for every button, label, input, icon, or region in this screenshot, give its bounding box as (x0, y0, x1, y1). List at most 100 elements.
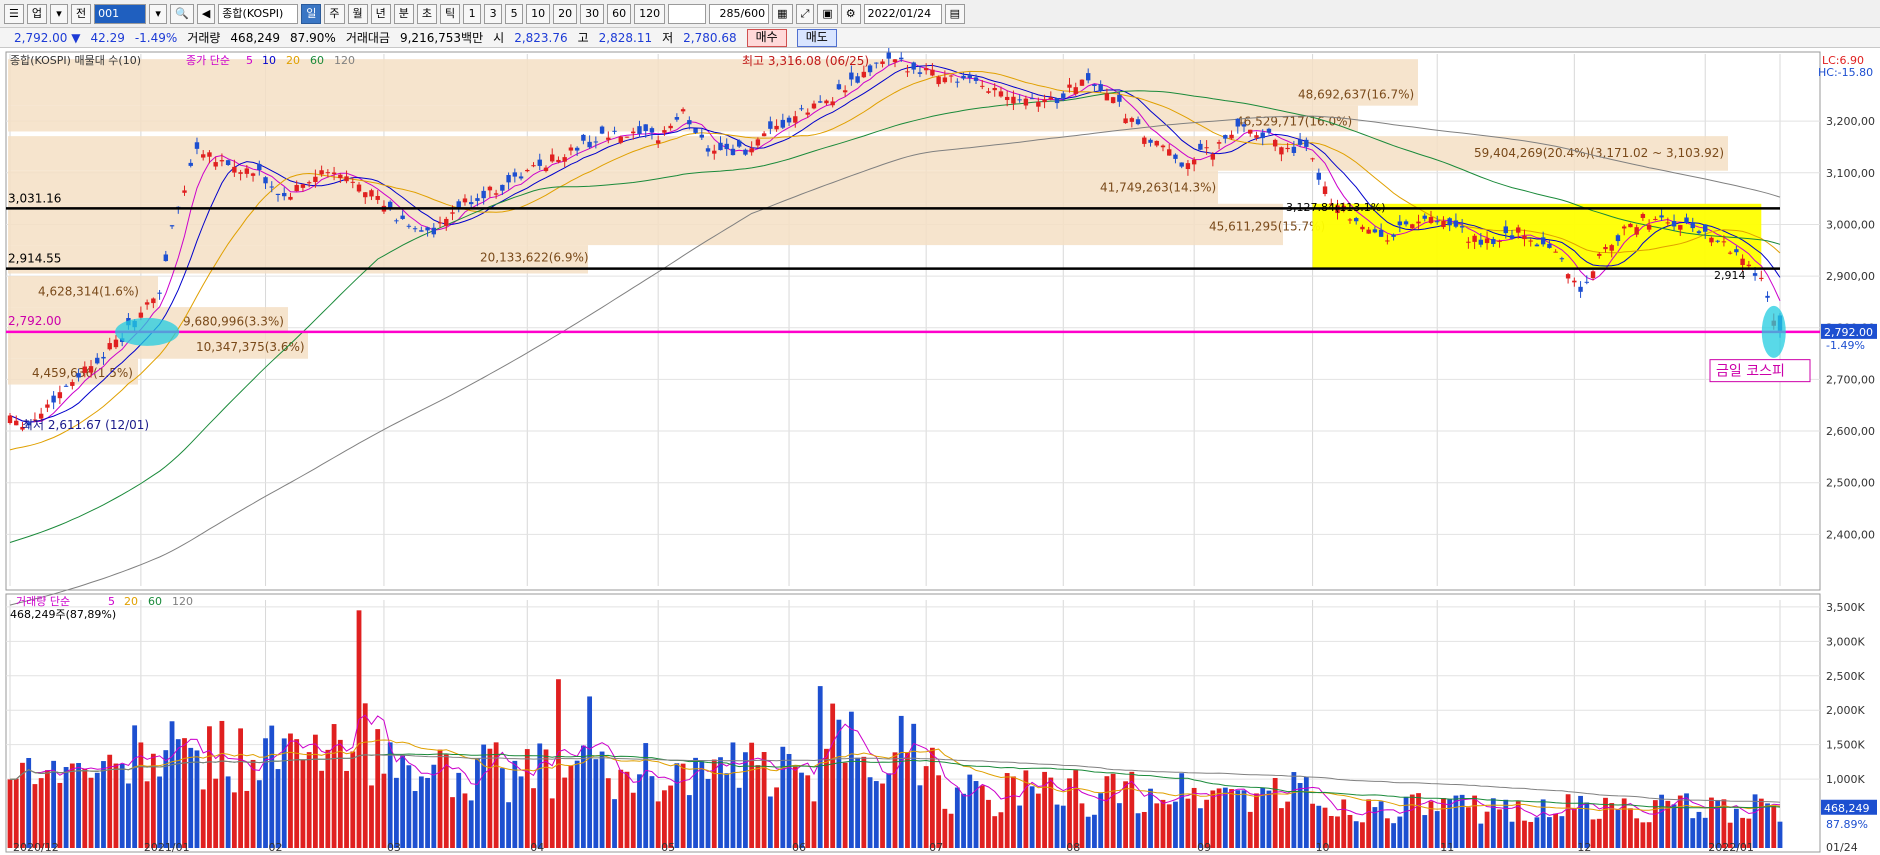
volume-bar (630, 792, 636, 848)
interval-1[interactable]: 1 (463, 3, 482, 24)
volume-bar (487, 748, 493, 848)
candle-body (1210, 154, 1216, 160)
candle-body (1727, 252, 1733, 254)
interval-3[interactable]: 3 (484, 3, 503, 24)
candle-body (63, 385, 69, 387)
stock-chart[interactable]: 48,692,637(16.7%)46,529,717(16.0%)59,404… (0, 48, 1880, 855)
volume-bar (1565, 794, 1571, 848)
date-field[interactable]: 2022/01/24 (863, 3, 942, 24)
interval-20[interactable]: 20 (553, 3, 578, 24)
buy-button[interactable]: 매수 (746, 28, 787, 47)
interval-30[interactable]: 30 (580, 3, 605, 24)
period-second[interactable]: 초 (416, 3, 438, 24)
candle-body (1017, 99, 1022, 101)
candle-body (550, 154, 555, 162)
search-icon[interactable]: 🔍 (170, 3, 194, 24)
candle-body (892, 59, 898, 63)
sell-button[interactable]: 매도 (796, 28, 837, 47)
candle-body (207, 152, 212, 157)
period-minute[interactable]: 분 (393, 3, 414, 24)
candle-body (1285, 147, 1290, 150)
volume-bar (736, 787, 742, 848)
save-icon[interactable]: ▣ (817, 3, 838, 24)
volume-bar (475, 758, 480, 848)
resize-icon[interactable]: ⤢ (795, 3, 815, 24)
volume-bar (1366, 799, 1372, 848)
volume-bar (63, 767, 69, 848)
candle-body (624, 136, 630, 138)
candle-body (774, 125, 779, 130)
grid-icon[interactable]: ▦ (772, 3, 793, 24)
gear-icon[interactable]: ⚙ (840, 3, 861, 24)
candle-body (824, 100, 829, 104)
candle-body (406, 225, 412, 227)
code-dropdown-icon[interactable]: ▾ (149, 3, 168, 24)
volume-bar (300, 759, 306, 848)
candle-body (861, 71, 867, 78)
volume-bar (1534, 817, 1540, 848)
count-field[interactable]: 285/600 (709, 3, 770, 24)
candle-body (425, 227, 430, 231)
candle-body (1410, 224, 1415, 229)
candle-body (649, 128, 655, 133)
candle-body (973, 77, 979, 81)
price-tick-label: 2,500,00 (1826, 477, 1875, 490)
candle-body (1167, 149, 1172, 156)
lower-level-label: 2,914.55 (8, 252, 61, 266)
period-day[interactable]: 일 (301, 3, 322, 24)
interval-5[interactable]: 5 (505, 3, 524, 24)
interval-60[interactable]: 60 (607, 3, 632, 24)
candle-body (95, 357, 100, 364)
candle-body (1229, 134, 1234, 139)
candle-body (506, 175, 511, 183)
volume-bar (76, 763, 81, 848)
market-type-select[interactable]: 업 (26, 3, 47, 24)
code-input[interactable]: 001 (94, 3, 147, 24)
candle-body (1435, 221, 1440, 223)
period-week[interactable]: 주 (324, 3, 345, 24)
sound-icon[interactable]: ◀ (196, 3, 216, 24)
volume-bar (1603, 797, 1608, 848)
period-tick[interactable]: 틱 (440, 3, 461, 24)
menu-icon[interactable]: ☰ (4, 3, 24, 24)
volume-bar (649, 776, 655, 848)
volume-bar (1652, 800, 1658, 848)
candle-body (1765, 295, 1770, 298)
candle-body (923, 68, 929, 71)
candle-body (1023, 98, 1029, 106)
candle-body (225, 160, 231, 166)
volume-bar (231, 792, 237, 848)
candle-body (232, 166, 237, 173)
candle-body (793, 116, 798, 123)
volume-bar (219, 720, 225, 848)
interval-10[interactable]: 10 (526, 3, 551, 24)
volume-bar (1291, 772, 1297, 848)
volume-bar (624, 771, 630, 848)
candle-body (419, 230, 424, 232)
volume-bar (200, 789, 206, 848)
volume-bar (867, 777, 873, 848)
volume-bar (792, 766, 798, 848)
candle-body (1503, 226, 1508, 234)
x-tick-label: 2020/12 (13, 841, 59, 854)
period-month[interactable]: 월 (347, 3, 368, 24)
volume-bar (1490, 798, 1496, 848)
volume-bar (344, 770, 349, 848)
volume-bar (668, 785, 674, 848)
custom-interval-select[interactable] (668, 3, 707, 24)
volume-bar (911, 723, 917, 848)
mode-select[interactable]: 전 (71, 3, 92, 24)
volume-bar (1690, 818, 1696, 848)
profile-band (8, 203, 1283, 246)
x-tick-label: 07 (929, 841, 943, 854)
candle-body (57, 392, 63, 399)
chevron-down-icon[interactable]: ▾ (50, 3, 68, 24)
candle-body (493, 193, 499, 195)
calendar-icon[interactable]: ▤ (944, 3, 966, 24)
candle-body (1291, 146, 1297, 153)
volume-bar (780, 746, 786, 848)
volume-value: 468,249 (230, 30, 281, 45)
volume-bar (1528, 821, 1534, 848)
interval-120[interactable]: 120 (634, 3, 666, 24)
period-year[interactable]: 년 (370, 3, 391, 24)
